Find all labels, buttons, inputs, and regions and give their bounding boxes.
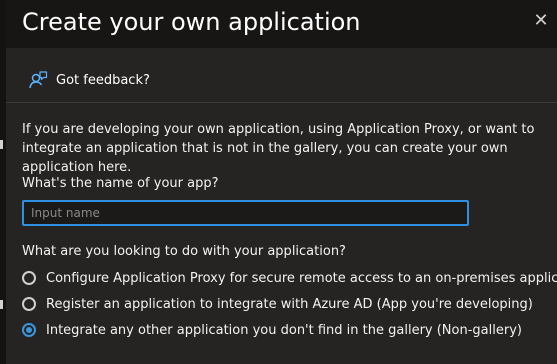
radio-option-register-app[interactable]: Register an application to integrate wit… [22,294,557,314]
background-text-fragment [0,300,3,309]
close-button[interactable]: ✕ [529,8,553,32]
radio-button[interactable] [22,297,36,311]
radio-option-label: Configure Application Proxy for secure r… [46,270,557,286]
create-application-panel: Create your own application ✕ Got feedba… [6,0,557,364]
intro-text: If you are developing your own applicati… [22,122,535,175]
app-name-label: What's the name of your app? [22,176,219,191]
got-feedback-button[interactable]: Got feedback? [28,70,150,90]
panel-header: Create your own application ✕ [6,0,557,48]
page-title: Create your own application [22,8,361,36]
feedback-person-icon [29,71,48,89]
close-icon: ✕ [533,9,549,31]
radio-button-selected[interactable] [22,323,36,337]
purpose-radio-group: Configure Application Proxy for secure r… [22,268,557,346]
radio-option-app-proxy[interactable]: Configure Application Proxy for secure r… [22,268,557,288]
radio-option-label: Integrate any other application you don'… [46,322,522,338]
radio-option-label: Register an application to integrate wit… [46,296,533,312]
purpose-question-label: What are you looking to do with your app… [22,244,346,259]
app-name-input[interactable] [22,200,469,226]
page: Create your own application ✕ Got feedba… [0,0,557,364]
radio-option-non-gallery[interactable]: Integrate any other application you don'… [22,320,557,340]
got-feedback-label: Got feedback? [56,72,150,88]
radio-button[interactable] [22,271,36,285]
background-text-fragment [0,140,3,149]
command-bar: Got feedback? [6,58,557,103]
